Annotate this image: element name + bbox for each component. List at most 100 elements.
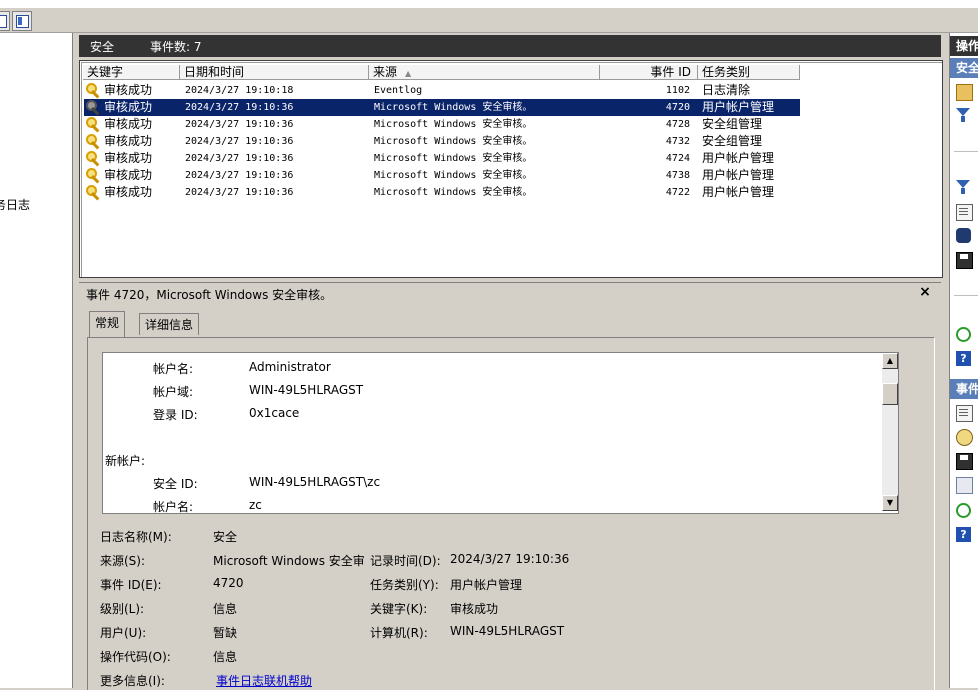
log-title: 安全 <box>90 40 115 54</box>
event-properties-icon[interactable] <box>956 405 973 422</box>
prop-computer: WIN-49L5HLRAGST <box>450 624 565 638</box>
copy-icon[interactable] <box>956 477 973 494</box>
column-header-datetime[interactable]: 日期和时间 <box>180 65 369 80</box>
tab-details[interactable]: 详细信息 <box>139 313 200 335</box>
sort-asc-icon: ▲ <box>405 69 412 78</box>
cell-category: 安全组管理 <box>702 134 763 148</box>
toolbar-button-1[interactable] <box>0 11 10 31</box>
scroll-up-icon[interactable]: ▲ <box>882 353 898 369</box>
vertical-scrollbar[interactable]: ▲ ▼ <box>882 353 898 511</box>
desc-label: 帐户名: <box>153 362 194 376</box>
close-icon[interactable]: × <box>917 284 933 300</box>
cell-category: 用户帐户管理 <box>702 151 775 165</box>
desc-label: 安全 ID: <box>153 477 198 491</box>
column-header-keyword[interactable]: 关键字 <box>83 65 180 80</box>
find-icon[interactable] <box>956 228 971 243</box>
event-count: 事件数: 7 <box>150 40 202 54</box>
save-event-icon[interactable] <box>956 453 973 470</box>
actions-pane: 操作 安全 ? 事件 ? <box>949 33 978 688</box>
event-list-inner: 关键字 日期和时间 来源 ▲ 事件 ID 任务类别 审核成功 2024/3/27 1… <box>81 62 942 277</box>
cell-source: Microsoft Windows 安全审核。 <box>374 153 533 164</box>
cell-event-id: 4738 <box>665 170 690 181</box>
cell-category: 安全组管理 <box>702 117 763 131</box>
open-log-icon[interactable] <box>956 84 973 101</box>
cell-source: Microsoft Windows 安全审核。 <box>374 119 533 130</box>
scroll-thumb[interactable] <box>882 383 898 405</box>
desc-value: Administrator <box>249 360 331 374</box>
desc-section: 新帐户: <box>105 454 146 468</box>
toolbar <box>0 8 978 33</box>
desc-value: WIN-49L5HLRAGST\zc <box>249 475 381 489</box>
column-header-event-id[interactable]: 事件 ID <box>600 65 698 80</box>
audit-success-key-icon <box>86 168 101 184</box>
event-help-icon[interactable]: ? <box>956 527 971 542</box>
audit-success-key-icon <box>86 117 101 133</box>
prop-label-event-id: 事件 ID(E): <box>100 578 162 592</box>
cell-keyword: 审核成功 <box>104 185 153 199</box>
refresh-event-icon[interactable] <box>956 503 971 518</box>
divider <box>954 295 978 296</box>
desc-value: 0x1cace <box>249 406 300 420</box>
attach-task-icon[interactable] <box>956 429 973 446</box>
cell-keyword: 审核成功 <box>104 100 153 114</box>
table-row[interactable]: 审核成功 2024/3/27 19:10:36 Microsoft Windows … <box>84 167 800 184</box>
table-row[interactable]: 审核成功 2024/3/27 19:10:36 Microsoft Windows … <box>84 150 800 167</box>
audit-success-key-icon <box>86 151 101 167</box>
properties-icon[interactable] <box>956 204 973 221</box>
cell-datetime: 2024/3/27 19:10:36 <box>185 170 294 181</box>
prop-log-name: 安全 <box>213 530 238 544</box>
cell-datetime: 2024/3/27 19:10:36 <box>185 119 294 130</box>
cell-datetime: 2024/3/27 19:10:18 <box>185 85 294 96</box>
actions-header: 操作 <box>950 36 978 56</box>
help-icon[interactable]: ? <box>956 351 971 366</box>
table-row[interactable]: 审核成功 2024/3/27 19:10:36 Microsoft Windows … <box>84 116 800 133</box>
cell-event-id: 1102 <box>665 85 690 96</box>
event-description-text: 帐户名: Administrator 帐户域: WIN-49L5HLRAGST … <box>104 354 881 513</box>
column-header-category[interactable]: 任务类别 <box>698 65 800 80</box>
cell-keyword: 审核成功 <box>104 83 153 97</box>
prop-label-opcode: 操作代码(O): <box>100 650 171 664</box>
cell-datetime: 2024/3/27 19:10:36 <box>185 153 294 164</box>
desc-label: 登录 ID: <box>153 408 198 422</box>
prop-task: 用户帐户管理 <box>450 578 523 592</box>
cell-keyword: 审核成功 <box>104 134 153 148</box>
event-detail-title: 事件 4720，Microsoft Windows 安全审核。 <box>86 288 333 302</box>
save-icon[interactable] <box>956 252 973 269</box>
prop-label-task: 任务类别(Y): <box>370 578 439 592</box>
prop-label-level: 级别(L): <box>100 602 145 616</box>
desc-label: 帐户名: <box>153 500 194 514</box>
cell-category: 用户帐户管理 <box>702 168 775 182</box>
table-row[interactable]: 审核成功 2024/3/27 19:10:18 Eventlog 1102 日志清除 <box>84 82 800 99</box>
cell-event-id: 4720 <box>665 102 690 113</box>
console-tree: ) 务日志 <box>0 33 73 688</box>
actions-section-event[interactable]: 事件 <box>950 379 978 399</box>
tree-item-log[interactable]: 务日志 <box>0 196 30 213</box>
table-row[interactable]: 审核成功 2024/3/27 19:10:36 Microsoft Windows … <box>84 133 800 150</box>
cell-source: Microsoft Windows 安全审核。 <box>374 102 533 113</box>
online-help-link[interactable]: 事件日志联机帮助 <box>216 672 312 689</box>
cell-datetime: 2024/3/27 19:10:36 <box>185 136 294 147</box>
actions-section-log[interactable]: 安全 <box>950 58 978 78</box>
prop-recorded: 2024/3/27 19:10:36 <box>450 552 570 566</box>
column-header-source[interactable]: 来源 ▲ <box>369 65 600 80</box>
prop-label-log-name: 日志名称(M): <box>100 530 172 544</box>
toolbar-button-2[interactable] <box>12 11 32 31</box>
cell-event-id: 4722 <box>665 187 690 198</box>
event-list[interactable]: 关键字 日期和时间 来源 ▲ 事件 ID 任务类别 审核成功 2024/3/27 1… <box>79 60 943 278</box>
table-row[interactable]: 审核成功 2024/3/27 19:10:36 Microsoft Windows … <box>84 184 800 201</box>
cell-category: 用户帐户管理 <box>702 100 775 114</box>
filter-current-log-icon[interactable] <box>956 180 971 195</box>
scroll-down-icon[interactable]: ▼ <box>882 495 898 511</box>
event-description[interactable]: 帐户名: Administrator 帐户域: WIN-49L5HLRAGST … <box>102 352 899 514</box>
table-row[interactable]: 审核成功 2024/3/27 19:10:36 Microsoft Windows … <box>84 99 800 116</box>
refresh-icon[interactable] <box>956 327 971 342</box>
cell-source: Microsoft Windows 安全审核。 <box>374 170 533 181</box>
prop-level: 信息 <box>213 602 238 616</box>
cell-source: Microsoft Windows 安全审核。 <box>374 136 533 147</box>
cell-event-id: 4732 <box>665 136 690 147</box>
prop-label-recorded: 记录时间(D): <box>370 554 441 568</box>
show-pane-icon <box>16 15 29 28</box>
tab-general[interactable]: 常规 <box>89 311 126 337</box>
audit-success-key-icon <box>86 100 101 116</box>
filter-icon[interactable] <box>956 108 971 123</box>
